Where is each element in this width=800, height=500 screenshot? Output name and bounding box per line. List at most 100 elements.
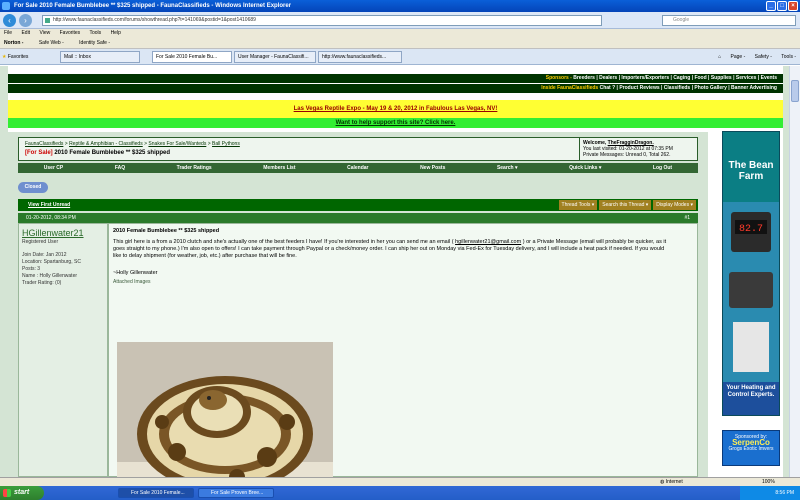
expo-banner: Las Vegas Reptile Expo - May 19 & 20, 20… (8, 100, 783, 118)
scrollbar-thumb[interactable] (791, 80, 799, 102)
user-name: Name : Holly Gillenwater (22, 273, 78, 279)
post-number[interactable]: #1 (684, 213, 690, 223)
welcome-box: Welcome, TheFragginDragon. You last visi… (579, 138, 699, 160)
breadcrumb-classifieds[interactable]: Reptile & Amphibian - Classifieds (69, 141, 143, 147)
menu-bar: File Edit View Favorites Tools Help (0, 29, 800, 38)
thread-tools-button[interactable]: Thread Tools ▾ (558, 200, 598, 210)
bean-farm-logo: The Bean Farm (723, 132, 779, 202)
inside-links[interactable]: Chat ? | Product Reviews | Classifieds |… (600, 85, 777, 91)
menu-tools[interactable]: Tools (89, 30, 101, 36)
user-location: Location: Spartanburg, SC (22, 259, 81, 265)
tools-menu[interactable]: Tools - (781, 54, 796, 60)
taskbar-task-2[interactable]: For Sale Proven Bree... (198, 488, 274, 498)
user-role: Registered User (22, 239, 59, 245)
tab-mail-inbox[interactable]: Mail :: Inbox (60, 51, 140, 63)
thread-tag: [For Sale] (25, 150, 53, 156)
address-bar[interactable]: http://www.faunaclassifieds.com/forums/s… (42, 15, 602, 26)
search-thread-button[interactable]: Search this Thread ▾ (599, 200, 652, 210)
sponsor-links[interactable]: Breeders | Dealers | Importers/Exporters… (573, 75, 777, 81)
favorites-label: Favorites (7, 54, 29, 60)
nav-user-cp[interactable]: User CP (44, 163, 63, 173)
support-link[interactable]: Want to help support this site? Click he… (336, 120, 456, 126)
user-trader-rating[interactable]: Trader Rating: (0) (22, 280, 104, 287)
username-link[interactable]: HGillenwater21 (22, 228, 104, 239)
taskbar: start For Sale 2010 Female... For Sale P… (0, 486, 800, 500)
search-input[interactable]: Google (662, 15, 796, 26)
status-bar: ◍ Internet 100% (0, 477, 800, 486)
windows-logo-icon (3, 489, 11, 497)
window-title-bar: For Sale 2010 Female Bumblebee ** $325 s… (0, 0, 800, 12)
breadcrumb: FaunaClassifieds > Reptile & Amphibian -… (25, 141, 240, 147)
nav-calendar[interactable]: Calendar (347, 163, 368, 173)
support-banner: Want to help support this site? Click he… (8, 118, 783, 128)
serpenco-sub: Grogs Exotic Imvers (728, 446, 774, 452)
bean-farm-products: 82.7 (723, 202, 779, 382)
closed-button[interactable]: Closed (18, 182, 48, 193)
user-posts: Posts: 3 (22, 266, 41, 272)
menu-favorites[interactable]: Favorites (60, 30, 81, 36)
nav-trader-ratings[interactable]: Trader Ratings (177, 163, 212, 173)
bean-farm-ad[interactable]: The Bean Farm 82.7 Your Heating and Cont… (722, 131, 780, 416)
window-title: For Sale 2010 Female Bumblebee ** $325 s… (14, 3, 292, 9)
norton-button[interactable]: Norton - (4, 40, 23, 46)
nav-members-list[interactable]: Members List (263, 163, 295, 173)
post-date: 01-20-2012, 08:34 PM (26, 215, 76, 221)
tab-url[interactable]: http://www.faunaclassifieds... (318, 51, 402, 63)
favorites-button[interactable]: ★ Favorites (2, 52, 28, 62)
menu-edit[interactable]: Edit (21, 30, 30, 36)
vertical-scrollbar[interactable] (789, 66, 800, 477)
tabs-bar: ★ Favorites Mail :: Inbox For Sale 2010 … (0, 49, 800, 65)
forward-button[interactable]: › (19, 14, 32, 27)
private-messages[interactable]: Private Messages: Unread 0, Total 262. (583, 152, 696, 158)
breadcrumb-ball-pythons[interactable]: Ball Pythons (212, 141, 240, 147)
expo-link[interactable]: Las Vegas Reptile Expo - May 19 & 20, 20… (294, 106, 498, 112)
start-label: start (14, 489, 30, 496)
snake-photo[interactable] (117, 342, 333, 477)
user-join-date: Join Date: Jan 2012 (22, 252, 67, 258)
breadcrumb-snakes[interactable]: Snakes For Sale/Wanteds (148, 141, 206, 147)
window-controls: _ □ × (766, 1, 798, 11)
address-row: ‹ › http://www.faunaclassifieds.com/foru… (0, 12, 800, 29)
nav-new-posts[interactable]: New Posts (420, 163, 445, 173)
forum-area: FaunaClassifieds > Reptile & Amphibian -… (8, 132, 708, 477)
star-icon: ★ (2, 54, 7, 60)
menu-help[interactable]: Help (111, 30, 121, 36)
nav-faq[interactable]: FAQ (115, 163, 125, 173)
breadcrumb-home[interactable]: FaunaClassifieds (25, 141, 63, 147)
view-first-unread-link[interactable]: View First Unread (28, 202, 70, 208)
search-placeholder: Google (673, 17, 690, 23)
serpenco-ad[interactable]: Sponsored by: SerpenCo Grogs Exotic Imve… (722, 430, 780, 466)
home-icon[interactable]: ⌂ (718, 54, 721, 60)
nav-search[interactable]: Search ▾ (497, 163, 518, 173)
close-button[interactable]: × (788, 1, 798, 11)
minimize-button[interactable]: _ (766, 1, 776, 11)
menu-file[interactable]: File (4, 30, 12, 36)
nav-log-out[interactable]: Log Out (653, 163, 672, 173)
thread-view-bar: View First Unread Thread Tools ▾ Search … (18, 199, 698, 211)
tab-for-sale[interactable]: For Sale 2010 Female Bu... (152, 51, 232, 63)
page-icon (45, 18, 50, 23)
bean-farm-tagline: Your Heating and Control Experts. (723, 382, 779, 415)
back-button[interactable]: ‹ (3, 14, 16, 27)
user-panel: HGillenwater21 Registered User Join Date… (18, 223, 108, 477)
thread-tools: Thread Tools ▾ Search this Thread ▾ Disp… (558, 200, 696, 210)
safety-menu[interactable]: Safety - (755, 54, 772, 60)
start-button[interactable]: start (0, 486, 44, 500)
page-menu[interactable]: Page - (731, 54, 746, 60)
globe-icon: ◍ (660, 479, 665, 485)
post-text-part1: This girl here is a from a 2010 clutch a… (113, 239, 454, 245)
taskbar-task-1[interactable]: For Sale 2010 Female... (118, 488, 194, 498)
email-link[interactable]: hgillenwater21@gmail.com (455, 239, 521, 245)
zone-label: Internet (665, 479, 683, 485)
tab-user-manager[interactable]: User Manager - FaunaClassifi... (234, 51, 316, 63)
maximize-button[interactable]: □ (777, 1, 787, 11)
forum-nav-box: FaunaClassifieds > Reptile & Amphibian -… (18, 137, 698, 161)
system-tray: 8:56 PM (740, 486, 800, 500)
identity-safe-button[interactable]: Identity Safe - (79, 40, 110, 46)
post-text: This girl here is a from a 2010 clutch a… (113, 239, 673, 260)
url-text: http://www.faunaclassifieds.com/forums/s… (53, 17, 256, 23)
safe-web-button[interactable]: Safe Web - (39, 40, 64, 46)
display-modes-button[interactable]: Display Modes ▾ (653, 200, 696, 210)
nav-quick-links[interactable]: Quick Links ▾ (569, 163, 601, 173)
menu-view[interactable]: View (39, 30, 50, 36)
